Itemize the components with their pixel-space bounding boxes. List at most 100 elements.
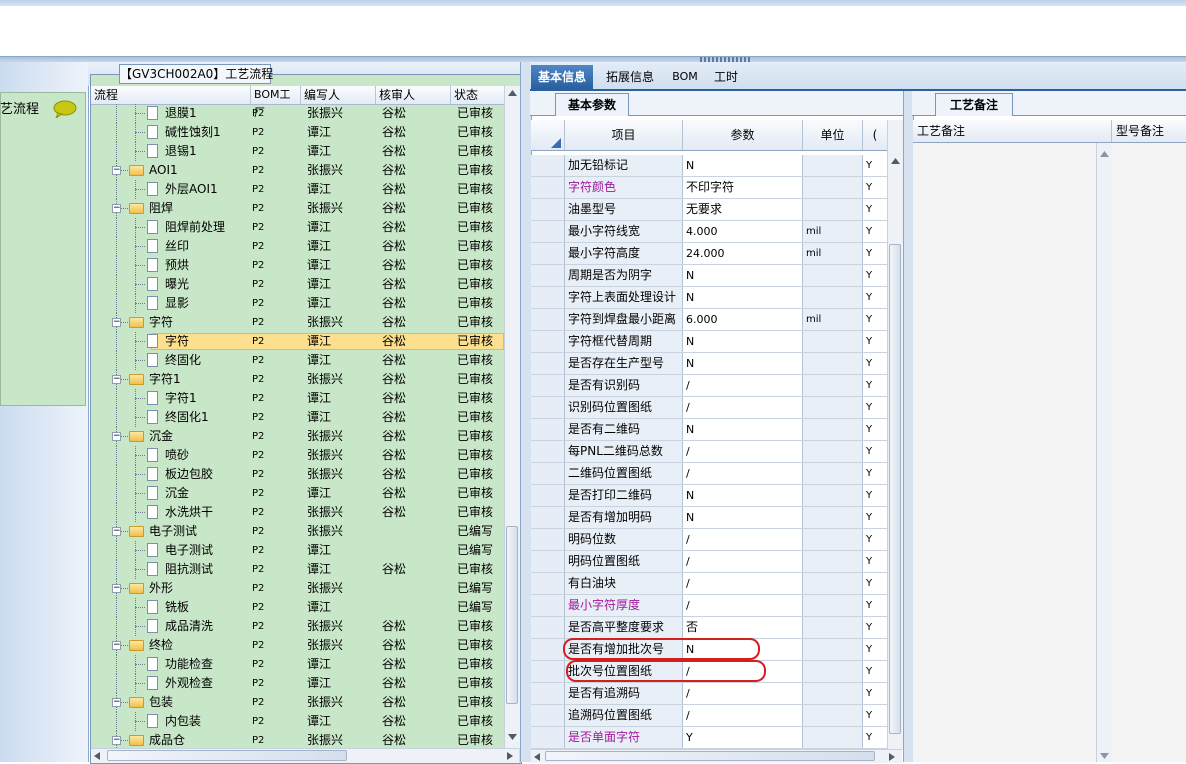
tree-horizontal-scrollbar[interactable] [91, 748, 519, 763]
row-header[interactable] [531, 199, 565, 220]
tree-row[interactable]: 水洗烘干 P2 张振兴 谷松 已审核 [91, 503, 504, 522]
param-value-field[interactable]: 否 [683, 617, 803, 638]
row-header[interactable] [531, 265, 565, 286]
speech-bubble-icon[interactable] [52, 100, 78, 118]
notes-vertical-scrollbar[interactable] [1096, 143, 1113, 762]
scroll-left-icon[interactable] [94, 752, 100, 760]
row-header[interactable] [531, 331, 565, 352]
param-row[interactable]: 是否高平整度要求否 Y [531, 617, 887, 639]
tree-row[interactable]: 功能检查 P2 谭江 谷松 已审核 [91, 655, 504, 674]
tree-row[interactable]: 显影 P2 谭江 谷松 已审核 [91, 294, 504, 313]
tab-work-hours[interactable]: 工时 [708, 65, 744, 89]
param-row[interactable]: 最小字符高度 24.000 mil Y [531, 243, 887, 265]
collapse-toggle-icon[interactable]: − [112, 527, 121, 536]
col-flag[interactable]: ( [863, 120, 887, 150]
tree-row[interactable]: 沉金 P2 谭江 谷松 已审核 [91, 484, 504, 503]
col-reviewer[interactable]: 核审人 [376, 86, 451, 104]
scroll-down-icon[interactable] [1100, 753, 1109, 759]
param-row[interactable]: 二维码位置图纸 / Y [531, 463, 887, 485]
collapse-toggle-icon[interactable]: − [112, 318, 121, 327]
tree-row[interactable]: − 字符1 P2 张振兴 谷松 已审核 [91, 370, 504, 389]
tree-row[interactable]: − 字符 P2 张振兴 谷松 已审核 [91, 313, 504, 332]
param-value-field[interactable]: / [683, 683, 803, 704]
col-item[interactable]: 项目 [565, 120, 683, 150]
row-header[interactable] [531, 397, 565, 418]
row-header[interactable] [531, 683, 565, 704]
collapse-toggle-icon[interactable]: − [112, 698, 121, 707]
params-vertical-scrollbar[interactable] [887, 120, 903, 750]
param-value-field[interactable]: 无要求 [683, 199, 803, 220]
collapse-toggle-icon[interactable]: − [112, 166, 121, 175]
scroll-up-icon[interactable] [508, 90, 517, 96]
tree-row[interactable]: 阻抗测试 P2 谭江 谷松 已审核 [91, 560, 504, 579]
tree-row[interactable]: 铣板 P2 谭江 已编写 [91, 598, 504, 617]
scroll-down-icon[interactable] [508, 734, 517, 740]
tree-row[interactable]: 喷砂 P2 张振兴 谷松 已审核 [91, 446, 504, 465]
param-row[interactable]: 识别码位置图纸 / Y [531, 397, 887, 419]
param-value-field[interactable]: / [683, 441, 803, 462]
param-value-field[interactable]: N [683, 419, 803, 440]
param-row[interactable]: 是否单面字符 Y Y [531, 727, 887, 749]
tree-row[interactable]: − 沉金 P2 张振兴 谷松 已审核 [91, 427, 504, 446]
row-header[interactable] [531, 221, 565, 242]
row-header[interactable] [531, 353, 565, 374]
scroll-left-icon[interactable] [534, 753, 540, 761]
param-row[interactable]: 每PNL二维码总数 / Y [531, 441, 887, 463]
col-process-notes[interactable]: 工艺备注 [913, 120, 1112, 142]
tree-row[interactable]: − 成品仓 P2 张振兴 谷松 已审核 [91, 731, 504, 748]
left-nav-label[interactable]: 艺流程 [0, 101, 40, 119]
tree-row[interactable]: 终固化1 P2 谭江 谷松 已审核 [91, 408, 504, 427]
tree-row[interactable]: − AOI1 P2 张振兴 谷松 已审核 [91, 161, 504, 180]
tree-row[interactable]: 外观检查 P2 谭江 谷松 已审核 [91, 674, 504, 693]
process-notes-textarea[interactable] [913, 143, 1096, 762]
tree-row[interactable]: − 电子测试 P2 张振兴 已编写 [91, 522, 504, 541]
row-header[interactable] [531, 419, 565, 440]
row-header[interactable] [531, 309, 565, 330]
row-header[interactable] [531, 705, 565, 726]
row-header[interactable] [531, 507, 565, 528]
tab-basic-info[interactable]: 基本信息 [531, 65, 593, 89]
row-header[interactable] [531, 177, 565, 198]
param-row[interactable]: 加无铅标记 N Y [531, 155, 887, 177]
tree-row[interactable]: 预烘 P2 谭江 谷松 已审核 [91, 256, 504, 275]
col-param[interactable]: 参数 [683, 120, 803, 150]
row-header[interactable] [531, 617, 565, 638]
tree-row[interactable]: − 外形 P2 张振兴 已编写 [91, 579, 504, 598]
collapse-toggle-icon[interactable]: − [112, 641, 121, 650]
param-value-field[interactable]: N [683, 265, 803, 286]
row-header[interactable] [531, 243, 565, 264]
param-value-field[interactable]: 6.000 [683, 309, 803, 330]
param-value-field[interactable]: / [683, 551, 803, 572]
params-scroll-thumb[interactable] [889, 244, 901, 734]
tree-row[interactable]: 电子测试 P2 谭江 已编写 [91, 541, 504, 560]
collapse-toggle-icon[interactable]: − [112, 432, 121, 441]
param-row[interactable]: 周期是否为阴字 N Y [531, 265, 887, 287]
param-row[interactable]: 字符框代替周期 N Y [531, 331, 887, 353]
param-row[interactable]: 字符到焊盘最小距离 6.000 mil Y [531, 309, 887, 331]
param-value-field[interactable]: / [683, 529, 803, 550]
scroll-up-icon[interactable] [1100, 151, 1109, 157]
scroll-right-icon[interactable] [507, 752, 513, 760]
param-value-field[interactable]: N [683, 353, 803, 374]
col-writer[interactable]: 编写人 [301, 86, 376, 104]
tree-row[interactable]: 丝印 P2 谭江 谷松 已审核 [91, 237, 504, 256]
param-row[interactable]: 明码位置图纸 / Y [531, 551, 887, 573]
tree-row[interactable]: 板边包胶 P2 张振兴 谷松 已审核 [91, 465, 504, 484]
collapse-toggle-icon[interactable]: − [112, 375, 121, 384]
tree-hscroll-thumb[interactable] [107, 750, 347, 761]
param-row[interactable]: 有白油块 / Y [531, 573, 887, 595]
tree-row[interactable]: 成品清洗 P2 张振兴 谷松 已审核 [91, 617, 504, 636]
row-header[interactable] [531, 529, 565, 550]
param-row[interactable]: 最小字符厚度 / Y [531, 595, 887, 617]
param-row[interactable]: 是否存在生产型号 N Y [531, 353, 887, 375]
param-row[interactable]: 最小字符线宽 4.000 mil Y [531, 221, 887, 243]
row-header[interactable] [531, 727, 565, 748]
tree-scroll-thumb[interactable] [506, 526, 518, 704]
param-value-field[interactable]: / [683, 573, 803, 594]
tree-row[interactable]: 退膜1 P2 张振兴 谷松 已审核 [91, 104, 504, 123]
param-value-field[interactable]: / [683, 463, 803, 484]
row-header[interactable] [531, 155, 565, 176]
tab-process-notes[interactable]: 工艺备注 [935, 93, 1013, 116]
params-hscroll-thumb[interactable] [545, 751, 875, 761]
param-row[interactable]: 油墨型号 无要求 Y [531, 199, 887, 221]
